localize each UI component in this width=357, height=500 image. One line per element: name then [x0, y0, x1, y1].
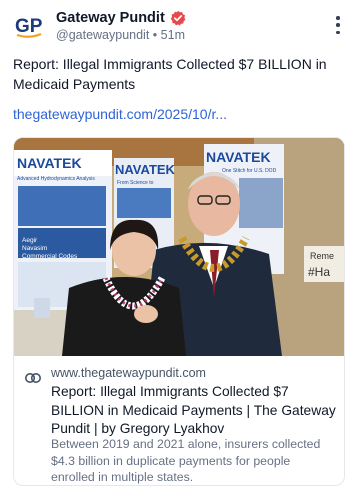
account-handle[interactable]: @gatewaypundit — [56, 28, 149, 42]
link-card[interactable]: NAVATEK Advanced Hydrodynamics Analysis … — [13, 137, 345, 486]
meta-separator: • — [152, 28, 158, 42]
banner-right-text: NAVATEK — [206, 149, 271, 165]
panel-text-2: Navasim — [22, 245, 47, 252]
post-time[interactable]: 51m — [161, 28, 185, 42]
link-card-description: Between 2019 and 2021 alone, insurers co… — [51, 437, 321, 484]
link-card-body[interactable]: www.thegatewaypundit.com Report: Illegal… — [14, 356, 344, 485]
name-row: Gateway Pundit — [56, 10, 186, 26]
banner-mid-text: NAVATEK — [115, 162, 176, 177]
avatar[interactable]: GP — [13, 10, 45, 42]
account-name[interactable]: Gateway Pundit — [56, 10, 165, 26]
banner-left-text: NAVATEK — [17, 155, 82, 171]
panel-text-3: Commercial Codes — [22, 253, 78, 260]
verified-badge-icon — [170, 10, 186, 26]
panel-text-1: Aegir — [22, 237, 38, 244]
post-text: Report: Illegal Immigrants Collected $7 … — [13, 56, 327, 92]
banner-mid-subtext: From Science to — [117, 180, 154, 186]
sign-text-2: #Ha — [308, 265, 330, 279]
post-meta: @gatewaypundit • 51m — [56, 28, 185, 42]
link-icon — [25, 370, 41, 383]
sign-text-1: Reme — [310, 251, 334, 261]
link-card-domain: www.thegatewaypundit.com — [51, 366, 206, 380]
link-card-title: Report: Illegal Immigrants Collected $7 … — [51, 384, 336, 436]
post-link[interactable]: thegatewaypundit.com/2025/10/r... — [13, 106, 227, 122]
more-options-icon[interactable] — [335, 16, 341, 34]
banner-right-subtext: One Stitch for U.S. DOD — [222, 168, 277, 174]
post-header: GP Gateway Pundit @gatewaypundit • 51m — [0, 0, 357, 46]
banner-left-subtext: Advanced Hydrodynamics Analysis — [17, 176, 95, 182]
link-card-image[interactable]: NAVATEK Advanced Hydrodynamics Analysis … — [14, 138, 344, 356]
